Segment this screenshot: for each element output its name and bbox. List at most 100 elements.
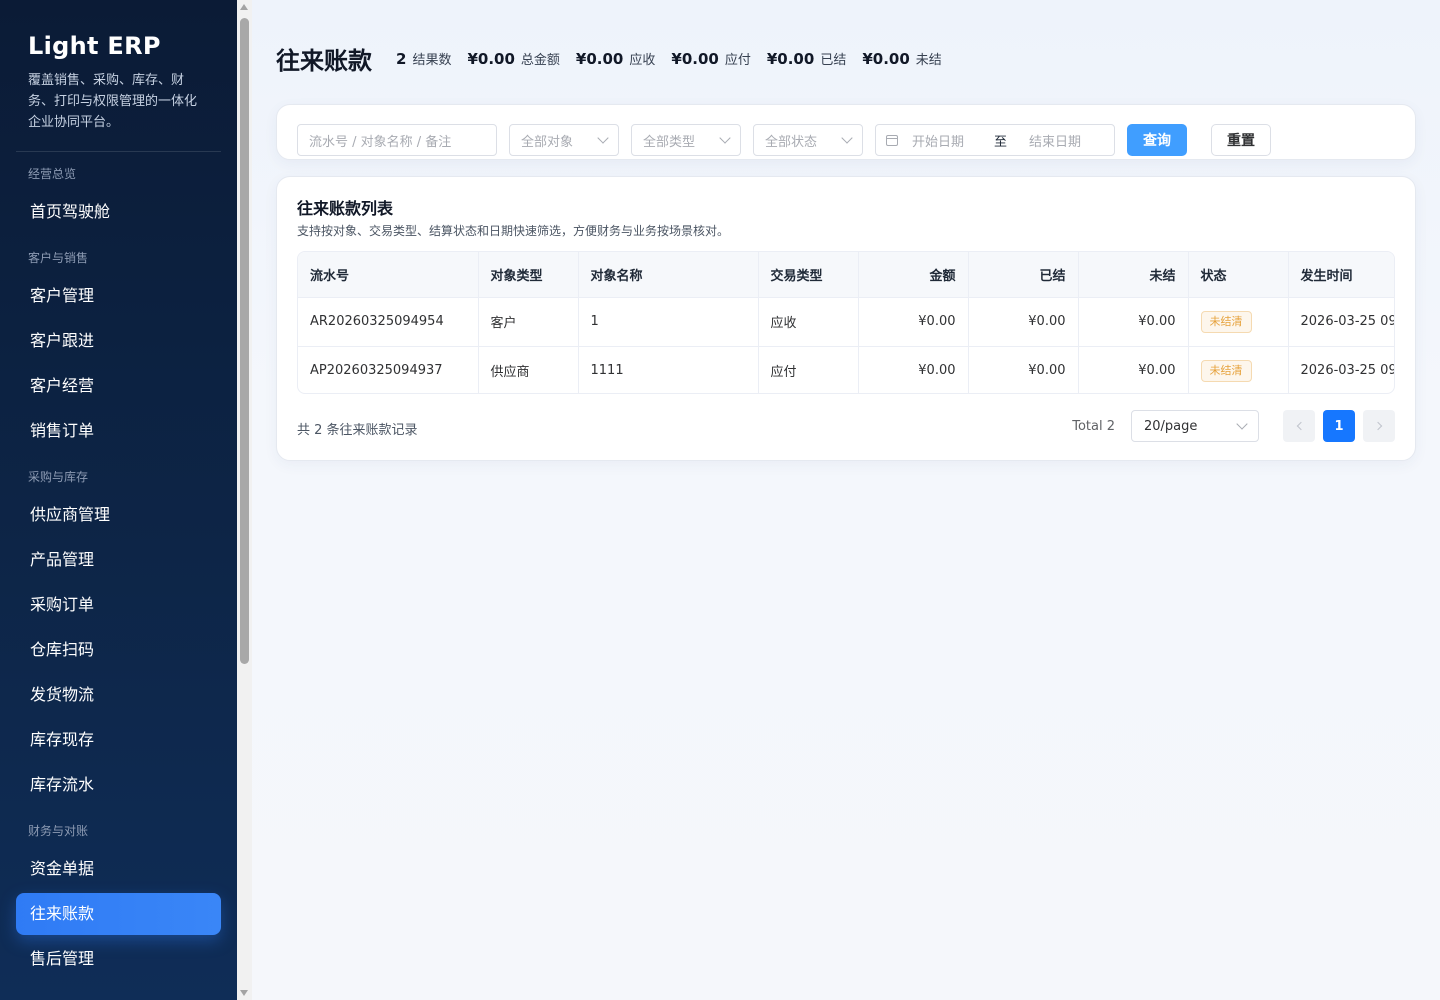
status-select-value: 全部状态 bbox=[765, 134, 818, 150]
nav-group-label: 财务与对账 bbox=[28, 824, 89, 838]
sidebar-item[interactable]: 仓库扫码 bbox=[16, 629, 221, 671]
query-button[interactable]: 查询 bbox=[1127, 124, 1187, 156]
stat-payable: ¥0.00 应付 bbox=[671, 49, 750, 68]
stat-label: 已结 bbox=[820, 52, 847, 68]
cell-unsettled: ¥0.00 bbox=[1078, 297, 1189, 347]
stat-receivable: ¥0.00 应收 bbox=[576, 49, 655, 68]
stat-label: 应收 bbox=[629, 52, 656, 68]
scroll-up-icon[interactable] bbox=[240, 4, 248, 10]
scrollbar-thumb[interactable] bbox=[240, 18, 249, 664]
sidebar-item[interactable]: 首页驾驶舱 bbox=[16, 191, 221, 233]
stat-label: 应付 bbox=[724, 52, 751, 68]
date-range-separator: 至 bbox=[994, 134, 1008, 150]
cell-object-name: 1 bbox=[578, 297, 759, 347]
cell-serial-no: AP20260325094937 bbox=[298, 346, 479, 393]
nav-group-label: 客户与销售 bbox=[28, 251, 89, 265]
cell-occurred-time: 2026-03-25 09:49:54 bbox=[1288, 297, 1394, 347]
reset-button[interactable]: 重置 bbox=[1211, 124, 1271, 156]
sidebar-item[interactable]: 客户管理 bbox=[16, 275, 221, 317]
list-subtitle: 支持按对象、交易类型、结算状态和日期快速筛选，方便财务与业务按场景核对。 bbox=[297, 224, 730, 238]
stat-value: ¥0.00 bbox=[671, 49, 719, 68]
chevron-down-icon bbox=[597, 132, 609, 144]
brand-title: Light ERP bbox=[28, 32, 161, 60]
sidebar-item[interactable]: 客户经营 bbox=[16, 365, 221, 407]
column-header[interactable]: 状态 bbox=[1188, 252, 1289, 298]
stat-result-count: 2 结果数 bbox=[396, 49, 451, 68]
status-badge: 未结清 bbox=[1200, 359, 1252, 382]
stat-unsettled: ¥0.00 未结 bbox=[862, 49, 941, 68]
list-title: 往来账款列表 bbox=[297, 199, 394, 218]
brand: Light ERP 覆盖销售、采购、库存、财务、打印与权限管理的一体化企业协同平… bbox=[0, 0, 237, 133]
search-input[interactable]: 流水号 / 对象名称 / 备注 bbox=[297, 124, 497, 156]
sidebar-item[interactable]: 供应商管理 bbox=[16, 494, 221, 536]
page-header: 往来账款 2 结果数 ¥0.00 总金额 ¥0.00 应收 ¥0.00 应付 ¥… bbox=[276, 40, 958, 76]
cell-object-type: 供应商 bbox=[478, 346, 579, 393]
cell-unsettled: ¥0.00 bbox=[1078, 346, 1189, 393]
column-header[interactable]: 已结 bbox=[968, 252, 1079, 298]
sidebar-nav: 经营总览 首页驾驶舱 客户与销售 客户管理 客户跟进 客户经营 销售订单 采购与库存 供应商管理… bbox=[0, 152, 237, 980]
sidebar-item[interactable]: 发货物流 bbox=[16, 674, 221, 716]
table-row[interactable]: AR20260325094954 客户 1 应收 ¥0.00 ¥0.00 ¥0.… bbox=[298, 297, 1394, 347]
page-size-value: 20/page bbox=[1144, 418, 1198, 434]
cell-amount: ¥0.00 bbox=[858, 346, 969, 393]
nav-group-label: 采购与库存 bbox=[28, 470, 89, 484]
sidebar: Light ERP 覆盖销售、采购、库存、财务、打印与权限管理的一体化企业协同平… bbox=[0, 0, 237, 1000]
sidebar-item[interactable]: 售后管理 bbox=[16, 938, 221, 980]
stat-value: ¥0.00 bbox=[862, 49, 910, 68]
stat-value: ¥0.00 bbox=[766, 49, 815, 68]
calendar-icon bbox=[886, 134, 898, 146]
pagination: Total 2 20/page 1 bbox=[1072, 410, 1395, 442]
date-range-picker[interactable]: 开始日期 至 结束日期 bbox=[875, 124, 1115, 156]
column-header[interactable]: 未结 bbox=[1078, 252, 1189, 298]
next-page-button[interactable] bbox=[1363, 410, 1395, 442]
chevron-right-icon bbox=[1373, 421, 1382, 431]
page-title: 往来账款 bbox=[276, 46, 372, 75]
scroll-down-icon[interactable] bbox=[240, 990, 248, 996]
cell-status: 未结清 bbox=[1188, 297, 1289, 347]
sidebar-item[interactable]: 采购订单 bbox=[16, 584, 221, 626]
pagination-total: Total 2 bbox=[1072, 418, 1115, 434]
table-row[interactable]: AP20260325094937 供应商 1111 应付 ¥0.00 ¥0.00… bbox=[298, 346, 1394, 393]
column-header[interactable]: 交易类型 bbox=[758, 252, 859, 298]
main-content: 往来账款 2 结果数 ¥0.00 总金额 ¥0.00 应收 ¥0.00 应付 ¥… bbox=[252, 0, 1440, 1000]
chevron-left-icon bbox=[1296, 421, 1305, 431]
sidebar-item[interactable]: 客户跟进 bbox=[16, 320, 221, 362]
status-select[interactable]: 全部状态 bbox=[753, 124, 863, 156]
sidebar-item[interactable]: 产品管理 bbox=[16, 539, 221, 581]
column-header[interactable]: 金额 bbox=[858, 252, 969, 298]
ledger-table: 流水号 对象类型 对象名称 交易类型 金额 已结 未结 状态 发生时间 AR20… bbox=[297, 251, 1395, 394]
object-select[interactable]: 全部对象 bbox=[509, 124, 619, 156]
start-date-input[interactable]: 开始日期 bbox=[912, 131, 984, 150]
column-header[interactable]: 流水号 bbox=[298, 252, 479, 298]
cell-transaction-type: 应收 bbox=[758, 297, 859, 347]
cell-amount: ¥0.00 bbox=[858, 297, 969, 347]
cell-settled: ¥0.00 bbox=[968, 297, 1079, 347]
brand-description: 覆盖销售、采购、库存、财务、打印与权限管理的一体化企业协同平台。 bbox=[28, 73, 198, 130]
sidebar-item[interactable]: 销售订单 bbox=[16, 410, 221, 452]
stat-label: 总金额 bbox=[520, 52, 560, 68]
cell-serial-no: AR20260325094954 bbox=[298, 297, 479, 347]
column-header[interactable]: 发生时间 bbox=[1288, 252, 1394, 298]
cell-settled: ¥0.00 bbox=[968, 346, 1079, 393]
page-size-select[interactable]: 20/page bbox=[1131, 410, 1259, 442]
column-header[interactable]: 对象名称 bbox=[578, 252, 759, 298]
prev-page-button[interactable] bbox=[1283, 410, 1315, 442]
cell-status: 未结清 bbox=[1188, 346, 1289, 393]
stat-value: ¥0.00 bbox=[575, 49, 624, 68]
ledger-list-card: 往来账款列表 支持按对象、交易类型、结算状态和日期快速筛选，方便财务与业务按场景… bbox=[276, 176, 1416, 461]
stat-value: 2 bbox=[396, 49, 407, 68]
status-badge: 未结清 bbox=[1200, 310, 1252, 333]
type-select[interactable]: 全部类型 bbox=[631, 124, 741, 156]
chevron-down-icon bbox=[841, 132, 853, 144]
sidebar-item[interactable]: 资金单据 bbox=[16, 848, 221, 890]
page-number-button[interactable]: 1 bbox=[1323, 410, 1355, 442]
sidebar-item[interactable]: 库存流水 bbox=[16, 764, 221, 806]
end-date-input[interactable]: 结束日期 bbox=[1029, 131, 1081, 150]
cell-object-type: 客户 bbox=[478, 297, 579, 347]
cell-occurred-time: 2026-03-25 09:49:37 bbox=[1288, 346, 1394, 393]
sidebar-item[interactable]: 库存现存 bbox=[16, 719, 221, 761]
column-header[interactable]: 对象类型 bbox=[478, 252, 579, 298]
sidebar-item[interactable]: 往来账款 bbox=[16, 893, 221, 935]
sidebar-scrollbar[interactable] bbox=[237, 0, 252, 1000]
filter-panel: 流水号 / 对象名称 / 备注 全部对象 全部类型 全部状态 开始日期 至 结束… bbox=[276, 104, 1416, 160]
